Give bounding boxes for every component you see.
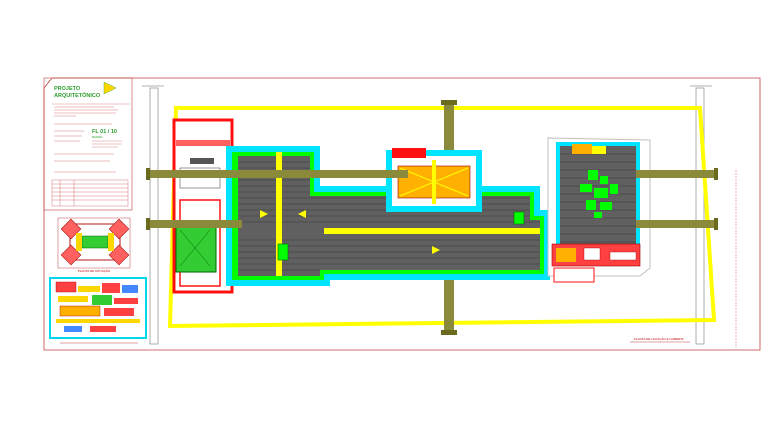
inset-red-block-1 xyxy=(55,281,77,293)
axis-cap-top xyxy=(441,100,457,105)
pavilion-axis xyxy=(432,160,436,204)
inset-red-block-4 xyxy=(104,308,134,316)
drawing-stage: PROJETO ARQUITETÔNICO FL 01 / 10 BANDE P… xyxy=(0,0,768,432)
right-wing-room xyxy=(583,247,601,261)
sheet-number-area: FL 01 / 10 BANDE xyxy=(92,129,122,148)
inset-yellow-band-1 xyxy=(78,286,100,292)
project-title-line2: ARQUITETÔNICO xyxy=(54,91,101,99)
location-plan-label: PLANTA DE LOCAÇÃO E COBERTA xyxy=(634,336,684,341)
inset-blue-block-2 xyxy=(64,326,82,332)
architectural-drawing: PROJETO ARQUITETÔNICO FL 01 / 10 BANDE P… xyxy=(43,77,761,351)
axis-h-left-mid xyxy=(148,220,242,228)
project-title-line1: PROJETO xyxy=(54,86,81,92)
situation-yellow-left xyxy=(76,233,82,251)
main-hall-green-marker xyxy=(277,243,289,261)
situation-yellow-right xyxy=(108,233,114,251)
right-wing-annex xyxy=(553,267,595,283)
inset-yellow-band-3 xyxy=(56,319,140,323)
right-wing-room-2 xyxy=(609,251,637,261)
axis-cap-right-1 xyxy=(714,168,718,180)
right-wing-entry-yellow xyxy=(592,146,606,154)
axis-cap-left-1 xyxy=(146,168,150,180)
inset-red-block-2 xyxy=(102,283,120,293)
inset-red-block-5 xyxy=(90,326,116,332)
inset-green-block xyxy=(92,295,112,305)
axis-h-right-mid xyxy=(636,220,716,228)
inset-yellow-band-2 xyxy=(58,296,88,302)
axis-h-right-top xyxy=(636,170,716,178)
title-notes xyxy=(54,106,118,173)
situation-plan-label: PLANTA DE SITUAÇÃO xyxy=(78,268,111,273)
left-wing-band xyxy=(176,140,230,146)
right-wing xyxy=(547,137,651,283)
sheet-sub: BANDE xyxy=(92,135,102,139)
axis-h-left-top xyxy=(148,170,408,178)
left-wing-counter xyxy=(190,158,214,164)
situation-green-court xyxy=(81,235,109,249)
inset-blue-block xyxy=(122,285,138,293)
left-wing-green-room xyxy=(175,223,217,273)
right-wing-orange-room xyxy=(556,248,576,262)
situation-plan: PLANTA DE SITUAÇÃO xyxy=(57,217,131,273)
logo-mark xyxy=(103,81,117,95)
right-wing-entry-orange xyxy=(572,144,592,154)
main-hall-yellow-cross xyxy=(324,228,540,234)
location-inset xyxy=(49,277,147,344)
axis-cap-left-2 xyxy=(146,218,150,230)
axis-cap-bottom xyxy=(441,330,457,335)
center-pavilion xyxy=(386,148,482,212)
left-wing xyxy=(172,118,234,294)
title-block: PROJETO ARQUITETÔNICO FL 01 / 10 BANDE xyxy=(43,77,133,211)
axis-cap-right-2 xyxy=(714,218,718,230)
inset-red-block-3 xyxy=(114,298,138,304)
main-hall-green-marker-2 xyxy=(513,211,525,225)
inset-orange-block xyxy=(59,305,101,317)
revision-table xyxy=(51,179,129,207)
pavilion-red-roof xyxy=(392,148,426,158)
